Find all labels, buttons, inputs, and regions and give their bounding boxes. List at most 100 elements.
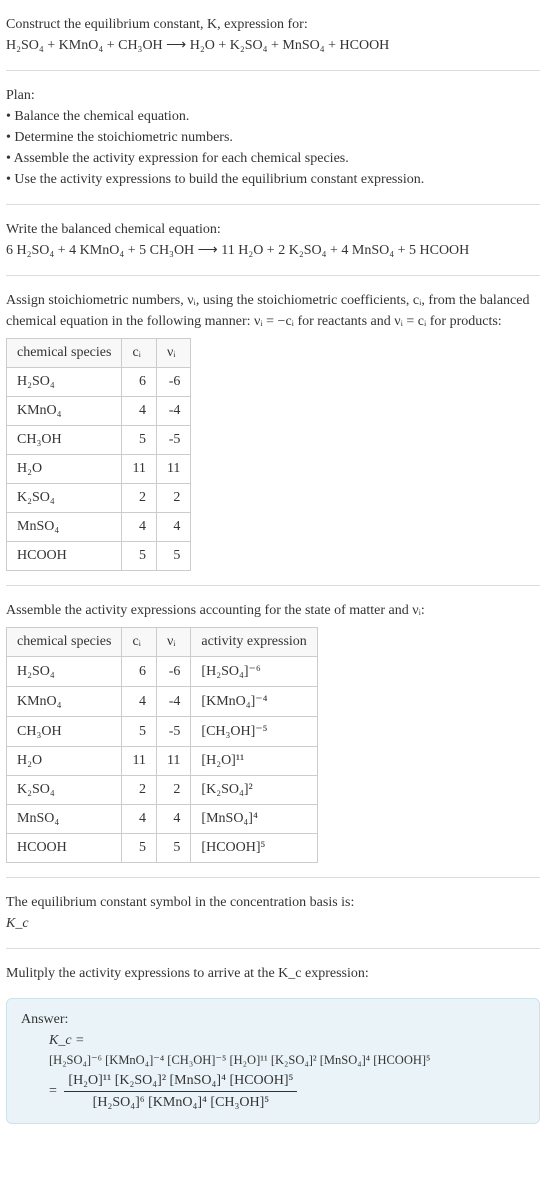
cell-expr: [H₂SO₄]⁻⁶ — [191, 657, 317, 687]
cell-vi: 2 — [156, 776, 190, 805]
cell-ci: 4 — [122, 805, 156, 834]
cell-species: KMnO₄ — [7, 397, 122, 426]
stoich-table: chemical species cᵢ νᵢ H₂SO₄6-6 KMnO₄4-4… — [6, 338, 191, 571]
answer-box: Answer: K_c = [H₂SO₄]⁻⁶ [KMnO₄]⁻⁴ [CH₃OH… — [6, 998, 540, 1124]
table-header-row: chemical species cᵢ νᵢ activity expressi… — [7, 628, 318, 657]
cell-species: HCOOH — [7, 542, 122, 571]
table-row: KMnO₄4-4 — [7, 397, 191, 426]
cell-expr: [K₂SO₄]² — [191, 776, 317, 805]
cell-species: MnSO₄ — [7, 513, 122, 542]
cell-ci: 11 — [122, 455, 156, 484]
cell-species: K₂SO₄ — [7, 484, 122, 513]
answer-kc-equals: K_c = — [49, 1030, 525, 1051]
activity-table: chemical species cᵢ νᵢ activity expressi… — [6, 627, 318, 863]
table-header-row: chemical species cᵢ νᵢ — [7, 339, 191, 368]
table-row: MnSO₄44 — [7, 513, 191, 542]
col-ci: cᵢ — [122, 339, 156, 368]
plan-section: Plan: • Balance the chemical equation. •… — [6, 77, 540, 198]
intro-prompt-text: Construct the equilibrium constant, K, e… — [6, 17, 308, 32]
col-vi: νᵢ — [156, 628, 190, 657]
col-species: chemical species — [7, 339, 122, 368]
table-row: CH₃OH5-5[CH₃OH]⁻⁵ — [7, 717, 318, 747]
answer-expanded: [H₂SO₄]⁻⁶ [KMnO₄]⁻⁴ [CH₃OH]⁻⁵ [H₂O]¹¹ [K… — [49, 1051, 525, 1070]
divider — [6, 70, 540, 71]
cell-expr: [H₂O]¹¹ — [191, 747, 317, 776]
cell-vi: -6 — [156, 368, 190, 397]
divider — [6, 877, 540, 878]
cell-ci: 6 — [122, 657, 156, 687]
table-row: HCOOH55 — [7, 542, 191, 571]
cell-vi: -4 — [156, 397, 190, 426]
plan-bullet: • Assemble the activity expression for e… — [6, 148, 540, 169]
cell-species: HCOOH — [7, 834, 122, 863]
cell-expr: [CH₃OH]⁻⁵ — [191, 717, 317, 747]
stoich-section: Assign stoichiometric numbers, νᵢ, using… — [6, 282, 540, 579]
cell-species: H₂O — [7, 455, 122, 484]
divider — [6, 204, 540, 205]
cell-species: H₂SO₄ — [7, 657, 122, 687]
cell-vi: 2 — [156, 484, 190, 513]
answer-label: Answer: — [21, 1009, 525, 1030]
cell-expr: [KMnO₄]⁻⁴ — [191, 687, 317, 717]
answer-fraction-line: = [H₂O]¹¹ [K₂SO₄]² [MnSO₄]⁴ [HCOOH]⁵ [H₂… — [49, 1070, 525, 1113]
cell-vi: -6 — [156, 657, 190, 687]
activity-heading: Assemble the activity expressions accoun… — [6, 600, 540, 621]
balanced-heading: Write the balanced chemical equation: — [6, 219, 540, 240]
table-row: H₂O1111[H₂O]¹¹ — [7, 747, 318, 776]
fraction-numerator: [H₂O]¹¹ [K₂SO₄]² [MnSO₄]⁴ [HCOOH]⁵ — [64, 1070, 297, 1092]
cell-vi: 4 — [156, 805, 190, 834]
cell-ci: 5 — [122, 426, 156, 455]
intro-prompt: Construct the equilibrium constant, K, e… — [6, 14, 540, 35]
plan-bullet: • Balance the chemical equation. — [6, 106, 540, 127]
equals-sign: = — [49, 1083, 57, 1098]
cell-ci: 5 — [122, 717, 156, 747]
cell-ci: 4 — [122, 687, 156, 717]
cell-ci: 2 — [122, 776, 156, 805]
cell-species: H₂SO₄ — [7, 368, 122, 397]
cell-ci: 6 — [122, 368, 156, 397]
table-row: H₂SO₄6-6 — [7, 368, 191, 397]
table-row: H₂O1111 — [7, 455, 191, 484]
cell-vi: -5 — [156, 717, 190, 747]
intro-equation: H₂SO₄ + KMnO₄ + CH₃OH ⟶ H₂O + K₂SO₄ + Mn… — [6, 35, 540, 56]
answer-fraction: [H₂O]¹¹ [K₂SO₄]² [MnSO₄]⁴ [HCOOH]⁵ [H₂SO… — [64, 1070, 297, 1113]
symbol-line1: The equilibrium constant symbol in the c… — [6, 892, 540, 913]
symbol-line2: K_c — [6, 913, 540, 934]
divider — [6, 948, 540, 949]
cell-ci: 5 — [122, 834, 156, 863]
cell-ci: 4 — [122, 397, 156, 426]
cell-expr: [HCOOH]⁵ — [191, 834, 317, 863]
col-species: chemical species — [7, 628, 122, 657]
cell-expr: [MnSO₄]⁴ — [191, 805, 317, 834]
cell-vi: 11 — [156, 455, 190, 484]
multiply-section: Mulitply the activity expressions to arr… — [6, 955, 540, 992]
cell-vi: -4 — [156, 687, 190, 717]
plan-heading: Plan: — [6, 85, 540, 106]
table-row: K₂SO₄22[K₂SO₄]² — [7, 776, 318, 805]
cell-vi: 4 — [156, 513, 190, 542]
cell-vi: 5 — [156, 834, 190, 863]
intro-section: Construct the equilibrium constant, K, e… — [6, 6, 540, 64]
table-row: CH₃OH5-5 — [7, 426, 191, 455]
symbol-section: The equilibrium constant symbol in the c… — [6, 884, 540, 942]
divider — [6, 585, 540, 586]
cell-ci: 5 — [122, 542, 156, 571]
cell-species: K₂SO₄ — [7, 776, 122, 805]
cell-vi: -5 — [156, 426, 190, 455]
table-row: MnSO₄44[MnSO₄]⁴ — [7, 805, 318, 834]
cell-vi: 11 — [156, 747, 190, 776]
cell-species: H₂O — [7, 747, 122, 776]
balanced-equation: 6 H₂SO₄ + 4 KMnO₄ + 5 CH₃OH ⟶ 11 H₂O + 2… — [6, 240, 540, 261]
multiply-text: Mulitply the activity expressions to arr… — [6, 963, 540, 984]
fraction-denominator: [H₂SO₄]⁶ [KMnO₄]⁴ [CH₃OH]⁵ — [64, 1092, 297, 1113]
cell-ci: 11 — [122, 747, 156, 776]
col-vi: νᵢ — [156, 339, 190, 368]
table-row: H₂SO₄6-6[H₂SO₄]⁻⁶ — [7, 657, 318, 687]
plan-bullet: • Use the activity expressions to build … — [6, 169, 540, 190]
table-row: HCOOH55[HCOOH]⁵ — [7, 834, 318, 863]
cell-species: MnSO₄ — [7, 805, 122, 834]
balanced-section: Write the balanced chemical equation: 6 … — [6, 211, 540, 269]
table-row: KMnO₄4-4[KMnO₄]⁻⁴ — [7, 687, 318, 717]
col-expr: activity expression — [191, 628, 317, 657]
cell-vi: 5 — [156, 542, 190, 571]
